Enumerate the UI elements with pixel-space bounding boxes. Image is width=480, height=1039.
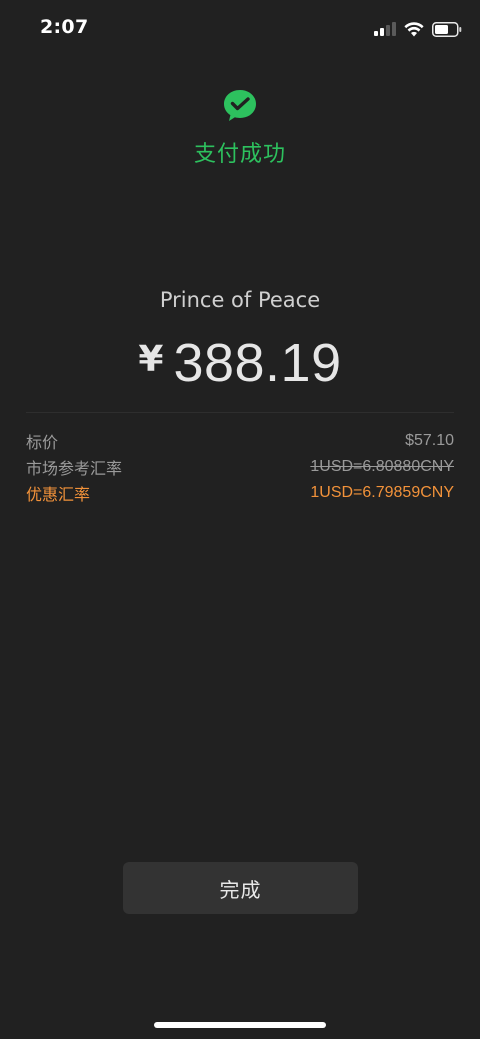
status-time: 2:07 bbox=[40, 16, 89, 38]
home-indicator[interactable] bbox=[154, 1022, 326, 1028]
payment-amount: ¥388.19 bbox=[0, 332, 480, 394]
status-icons bbox=[374, 19, 462, 39]
currency-symbol: ¥ bbox=[138, 339, 164, 380]
detail-value: 1USD=6.79859CNY bbox=[310, 484, 454, 501]
detail-label: 市场参考汇率 bbox=[26, 459, 123, 478]
detail-label: 标价 bbox=[26, 433, 59, 452]
detail-value: 1USD=6.80880CNY bbox=[310, 458, 454, 475]
battery-icon bbox=[432, 21, 462, 37]
merchant-name: Prince of Peace bbox=[159, 288, 321, 312]
wechat-pay-icon bbox=[224, 90, 256, 121]
cellular-signal-icon bbox=[374, 22, 396, 36]
detail-row-market-rate: 市场参考汇率 1USD=6.80880CNY bbox=[26, 454, 454, 480]
detail-value: $57.10 bbox=[405, 432, 454, 449]
status-bar: 2:07 bbox=[0, 0, 480, 60]
wifi-icon bbox=[404, 21, 424, 36]
done-button[interactable]: 完成 bbox=[123, 862, 358, 914]
detail-row-listed-price: 标价 $57.10 bbox=[26, 428, 454, 454]
detail-row-discount-rate: 优惠汇率 1USD=6.79859CNY bbox=[26, 480, 454, 506]
payment-details: 标价 $57.10 市场参考汇率 1USD=6.80880CNY 优惠汇率 1U… bbox=[26, 428, 454, 506]
divider bbox=[26, 412, 454, 413]
detail-label: 优惠汇率 bbox=[26, 485, 91, 504]
success-title: 支付成功 bbox=[193, 142, 286, 167]
amount-value: 388.19 bbox=[173, 333, 342, 393]
payment-success-header: 支付成功 bbox=[0, 88, 480, 168]
